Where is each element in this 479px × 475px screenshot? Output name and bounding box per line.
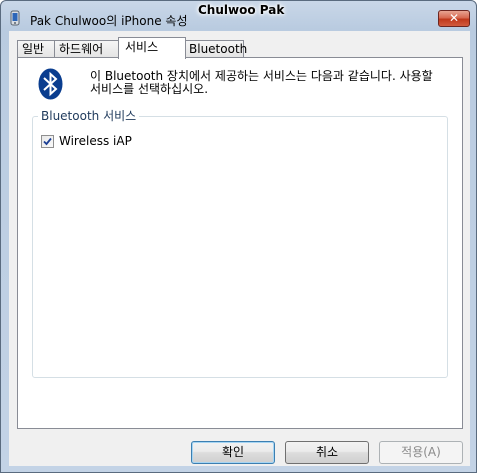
services-intro-text: 이 Bluetooth 장치에서 제공하는 서비스는 다음과 같습니다. 사용할…	[90, 70, 450, 96]
user-name-overlay: Chulwoo Pak	[198, 3, 285, 17]
bluetooth-services-group: Bluetooth 서비스 Wireless iAP	[32, 109, 448, 378]
wireless-iap-checkbox[interactable]	[41, 135, 54, 148]
checkmark-icon	[43, 137, 52, 146]
close-button[interactable]: ✕	[438, 10, 470, 27]
title-bar[interactable]: Pak Chulwoo의 iPhone 속성 Chulwoo Pak ✕	[1, 1, 476, 31]
tab-services[interactable]: 서비스	[118, 37, 186, 59]
dialog-client-area: 일반 하드웨어 서비스 Bluetooth 이 Bluetooth 장치에서 제…	[9, 31, 470, 466]
tab-bluetooth-label: Bluetooth	[189, 42, 248, 56]
tab-bluetooth[interactable]: Bluetooth	[184, 40, 248, 58]
bluetooth-logo-icon	[38, 68, 63, 100]
tab-hardware-label: 하드웨어	[59, 42, 104, 56]
tab-general-label: 일반	[22, 42, 45, 56]
properties-dialog: Pak Chulwoo의 iPhone 속성 Chulwoo Pak ✕ 일반 …	[0, 0, 477, 473]
close-icon: ✕	[448, 11, 460, 25]
ok-button[interactable]: 확인	[191, 441, 275, 464]
tab-hardware[interactable]: 하드웨어	[54, 40, 120, 58]
intro-line-2: 서비스를 선택하십시오.	[90, 82, 209, 96]
window-title: Pak Chulwoo의 iPhone 속성	[30, 14, 188, 28]
tab-services-label: 서비스	[125, 40, 159, 54]
group-label: Bluetooth 서비스	[38, 109, 140, 123]
wireless-iap-label[interactable]: Wireless iAP	[59, 134, 132, 148]
apply-button[interactable]: 적용(A)	[379, 441, 463, 464]
services-tab-panel: 이 Bluetooth 장치에서 제공하는 서비스는 다음과 같습니다. 사용할…	[17, 57, 463, 429]
bluetooth-device-icon	[10, 10, 20, 26]
cancel-button[interactable]: 취소	[285, 441, 369, 464]
tab-general[interactable]: 일반	[17, 40, 55, 58]
